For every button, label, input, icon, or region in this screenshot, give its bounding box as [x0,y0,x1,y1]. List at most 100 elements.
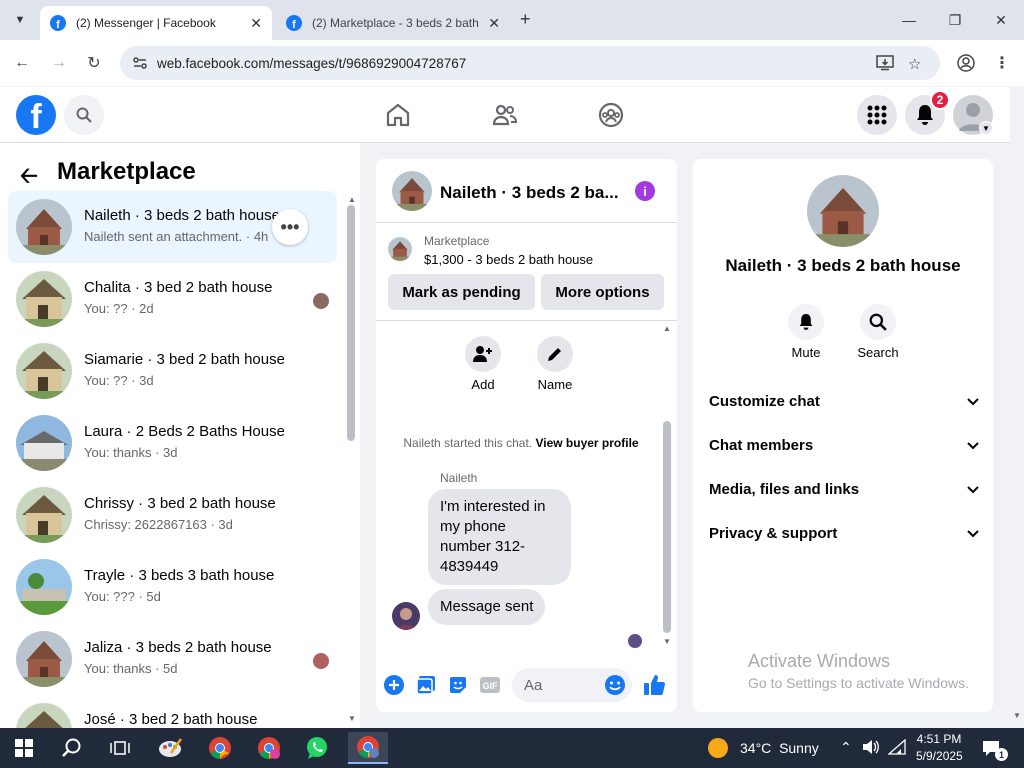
profile-icon[interactable] [955,52,977,74]
bell-icon [799,314,813,330]
scroll-down-arrow[interactable]: ▼ [663,637,671,646]
chat-scrollbar[interactable] [663,421,671,633]
sidebar-scrollbar[interactable] [347,205,355,441]
groups-nav-button[interactable] [595,99,627,131]
listing-thumbnail [16,487,72,543]
gif-icon[interactable]: GIF [479,674,501,696]
scroll-down-arrow[interactable]: ▼ [348,714,356,723]
search-button[interactable] [64,95,104,135]
chat-members-section[interactable]: Chat members [709,427,979,463]
chrome-icon[interactable] [200,732,240,764]
conversation-item[interactable]: Chalita · 3 bed 2 bath house You: ?? · 2… [8,263,337,335]
windows-start-icon[interactable] [4,732,44,764]
conversation-item[interactable]: Trayle · 3 beds 3 bath house You: ??? · … [8,551,337,623]
clock-date: 5/9/2025 [916,749,963,763]
privacy-support-section[interactable]: Privacy & support [709,515,979,551]
tab-search-button[interactable]: ▼ [8,8,32,32]
mark-as-pending-button[interactable]: Mark as pending [388,274,535,310]
search-icon[interactable] [52,732,92,764]
edit-name-button[interactable] [537,336,573,372]
message-bubble[interactable]: I'm interested in my phone number 312-48… [428,489,571,585]
wifi-icon[interactable] [887,738,906,758]
chevron-down-icon [967,393,979,410]
scroll-up-arrow[interactable]: ▲ [348,195,356,204]
listing-thumbnail [16,631,72,687]
info-icon[interactable]: i [635,181,655,201]
new-tab-button[interactable]: + [520,9,531,30]
conversation-name: Siamarie · 3 bed 2 bath house [84,351,284,368]
bookmark-star-icon[interactable]: ☆ [908,55,921,73]
like-thumbs-up-icon[interactable] [643,674,665,696]
listing-thumbnail [16,415,72,471]
weather-widget[interactable]: 34°C Sunny [708,738,819,758]
chevron-down-icon[interactable]: ▼ [979,121,993,135]
conversation-item[interactable]: Chrissy · 3 bed 2 bath house Chrissy: 26… [8,479,337,551]
task-view-icon[interactable] [100,732,140,764]
conversation-item[interactable]: Jaliza · 3 beds 2 bath house You: thanks… [8,623,337,695]
menu-button[interactable] [857,95,897,135]
facebook-favicon-icon: f [286,15,302,31]
view-buyer-profile-link[interactable]: View buyer profile [535,436,638,450]
reload-button[interactable]: ↻ [83,52,105,74]
listing-thumbnail[interactable] [388,237,412,261]
volume-icon[interactable] [862,739,880,758]
close-tab-icon[interactable]: ✕ [250,15,262,32]
chat-avatar[interactable] [392,171,432,211]
home-nav-button[interactable] [382,99,414,131]
forward-button[interactable]: → [48,52,70,74]
scroll-up-arrow[interactable]: ▲ [663,324,671,333]
conversation-preview: You: ?? · 2d [84,301,154,316]
page-scrollbar-track[interactable]: ▼ [1010,87,1024,728]
search-in-chat-button[interactable] [860,304,896,340]
conversation-item[interactable]: Naileth · 3 beds 2 bath house Naileth se… [8,191,337,263]
more-options-button[interactable]: More options [541,274,664,310]
sticker-icon[interactable] [447,674,469,696]
listing-avatar[interactable] [807,175,879,247]
message-bubble[interactable]: Message sent [428,589,546,625]
conversation-item[interactable]: Laura · 2 Beds 2 Baths House You: thanks… [8,407,337,479]
scroll-down-arrow[interactable]: ▼ [1013,711,1021,720]
listing-category: Marketplace [424,234,490,248]
facebook-favicon-icon: f [50,15,66,31]
customize-chat-section[interactable]: Customize chat [709,383,979,419]
browser-menu-icon[interactable]: ⋮ [991,52,1013,74]
paint-app-icon[interactable] [150,732,190,764]
url-field[interactable]: web.facebook.com/messages/t/968692900472… [120,46,940,80]
conversation-item[interactable]: Siamarie · 3 bed 2 bath house You: ?? · … [8,335,337,407]
tab-title: (2) Marketplace - 3 beds 2 bath [312,16,479,30]
name-label: Name [537,377,573,392]
chrome-active-icon[interactable] [348,732,388,764]
chrome-profile-icon[interactable] [249,732,289,764]
address-bar-row: ← → ↻ web.facebook.com/messages/t/968692… [0,40,1024,86]
seen-avatar [313,653,329,669]
install-app-icon[interactable] [876,55,894,75]
site-info-icon[interactable] [132,55,148,75]
maximize-button[interactable]: ❐ [943,8,967,32]
close-window-button[interactable]: ✕ [989,8,1013,32]
back-button[interactable]: ← [11,52,33,74]
photo-icon[interactable] [415,674,437,696]
chevron-up-icon[interactable]: ⌃ [840,739,852,756]
media-files-links-section[interactable]: Media, files and links [709,471,979,507]
plus-circle-icon[interactable] [383,674,405,696]
emoji-icon[interactable] [604,674,626,696]
tab-marketplace[interactable]: f (2) Marketplace - 3 beds 2 bath ✕ [276,6,510,40]
mute-button[interactable] [788,304,824,340]
details-name: Naileth · 3 beds 2 bath house [725,256,961,275]
conversation-preview: Naileth sent an attachment. · 4h [84,229,269,244]
tab-messenger[interactable]: f (2) Messenger | Facebook ✕ [40,6,272,40]
system-clock[interactable]: 4:51 PM 5/9/2025 [916,731,963,765]
conversation-item[interactable]: José · 3 bed 2 bath house [8,695,337,728]
chat-title[interactable]: Naileth · 3 beds 2 ba... [440,183,620,203]
facebook-logo-icon[interactable]: f [16,95,56,135]
minimize-button[interactable]: — [897,8,921,32]
listing-thumbnail [16,199,72,255]
conversation-preview: You: thanks · 3d [84,445,178,460]
listing-banner: Marketplace $1,300 - 3 beds 2 bath house… [376,223,677,321]
add-people-button[interactable] [465,336,501,372]
sender-avatar[interactable] [392,602,420,630]
whatsapp-icon[interactable] [297,732,337,764]
close-tab-icon[interactable]: ✕ [488,15,500,32]
more-options-button[interactable]: ••• [272,209,308,245]
friends-nav-button[interactable] [489,99,521,131]
